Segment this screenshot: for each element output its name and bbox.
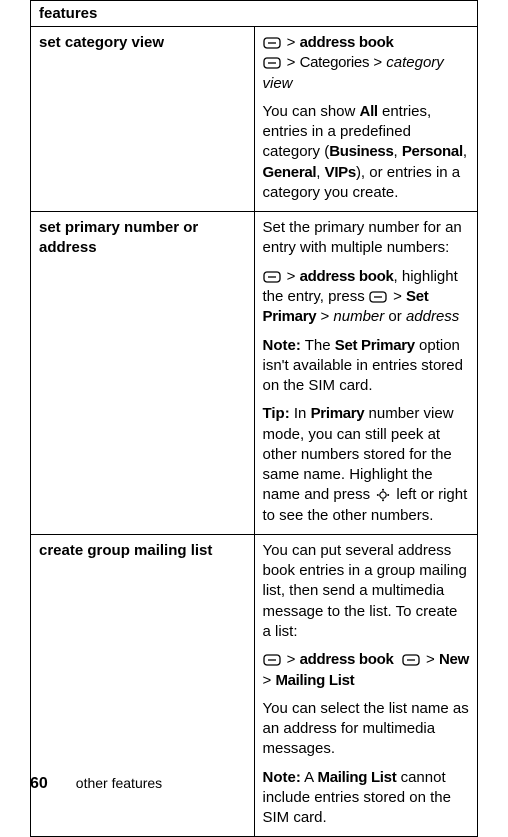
softkey-icon bbox=[369, 287, 387, 307]
features-table: features set category view > address boo… bbox=[30, 0, 478, 837]
row-content: You can put several address book entries… bbox=[254, 534, 478, 836]
dpad-icon bbox=[376, 485, 390, 505]
section-label: other features bbox=[76, 775, 162, 791]
softkey-icon bbox=[263, 650, 281, 670]
softkey-icon bbox=[263, 33, 281, 53]
softkey-icon bbox=[263, 53, 281, 73]
softkey-icon bbox=[402, 650, 420, 670]
softkey-icon bbox=[263, 267, 281, 287]
row-title: set category view bbox=[31, 27, 255, 212]
row-title: set primary number or address bbox=[31, 212, 255, 535]
page-number: 60 bbox=[30, 775, 48, 792]
row-content: Set the primary number for an entry with… bbox=[254, 212, 478, 535]
table-row: set category view > address book > Categ… bbox=[31, 27, 478, 212]
table-row: set primary number or address Set the pr… bbox=[31, 212, 478, 535]
table-header: features bbox=[31, 1, 478, 27]
row-content: > address book > Categories > category v… bbox=[254, 27, 478, 212]
page-footer: 60 other features bbox=[30, 775, 162, 793]
